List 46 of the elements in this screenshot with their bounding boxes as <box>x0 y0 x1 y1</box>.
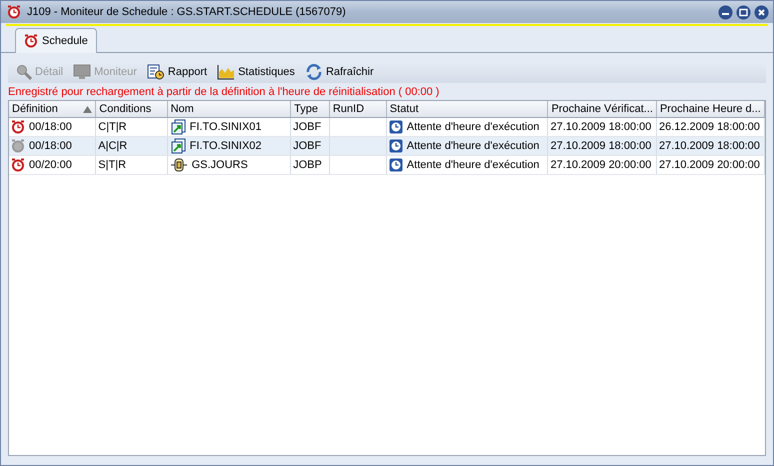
status-cell: Attente d'heure d'exécution <box>406 140 540 152</box>
close-button[interactable] <box>754 4 769 20</box>
type-cell: JOBP <box>290 156 330 174</box>
maximize-button[interactable] <box>736 4 751 20</box>
alarm-clock-icon <box>7 5 21 19</box>
name-cell: GS.JOURS <box>192 159 248 171</box>
workflow-icon <box>170 157 188 173</box>
report-button[interactable]: Rapport <box>144 62 210 82</box>
magnifier-icon <box>16 64 32 80</box>
status-message: Enregistré pour rechargement à partir de la définition à l'heure de réinitialisation ( 00:00 ) <box>7 85 440 100</box>
definition-cell: 00/18:00 <box>29 140 72 152</box>
column-header[interactable]: Conditions <box>96 101 168 118</box>
clock-icon <box>388 158 403 172</box>
refresh-button[interactable]: Rafraîchir <box>302 62 376 82</box>
date-cell: 27.10.2009 20:00:00 <box>548 156 656 174</box>
date-cell: 27.10.2009 18:00:00 <box>656 136 764 156</box>
column-header[interactable]: RunID <box>329 101 386 118</box>
column-header[interactable]: Type <box>290 101 330 118</box>
date-cell: 27.10.2009 20:00:00 <box>656 156 764 174</box>
conditions-cell: A|C|R <box>96 136 168 156</box>
column-header[interactable]: Prochaine Vérificat... <box>548 101 656 118</box>
schedule-tab[interactable]: Schedule <box>15 28 97 53</box>
sort-arrow-icon <box>83 106 92 112</box>
minimize-button[interactable] <box>718 4 733 20</box>
clock-icon <box>388 120 403 134</box>
definition-cell: 00/20:00 <box>29 159 72 171</box>
window-title: J109 - Moniteur de Schedule : GS.START.SCHEDULE (1567079) <box>27 6 347 18</box>
clock-icon <box>388 139 403 153</box>
column-header[interactable]: Prochaine Heure d... <box>656 101 764 118</box>
alarm-clock-icon <box>24 34 38 48</box>
statistics-button[interactable]: Statistiques <box>215 62 297 82</box>
column-header[interactable]: Nom <box>167 101 291 118</box>
report-icon <box>146 64 165 80</box>
file-transfer-icon <box>170 119 186 135</box>
status-cell: Attente d'heure d'exécution <box>406 121 540 133</box>
name-cell: FI.TO.SINIX01 <box>190 121 262 133</box>
monitor-icon <box>73 64 92 80</box>
type-cell: JOBF <box>290 136 330 156</box>
status-cell: Attente d'heure d'exécution <box>406 159 540 171</box>
name-cell: FI.TO.SINIX02 <box>190 140 262 152</box>
date-cell: 27.10.2009 18:00:00 <box>548 136 656 156</box>
conditions-cell: S|T|R <box>96 156 168 174</box>
refresh-icon <box>304 64 323 80</box>
column-header[interactable]: Statut <box>386 101 548 118</box>
definition-cell: 00/18:00 <box>29 121 72 133</box>
chart-icon <box>217 64 236 80</box>
